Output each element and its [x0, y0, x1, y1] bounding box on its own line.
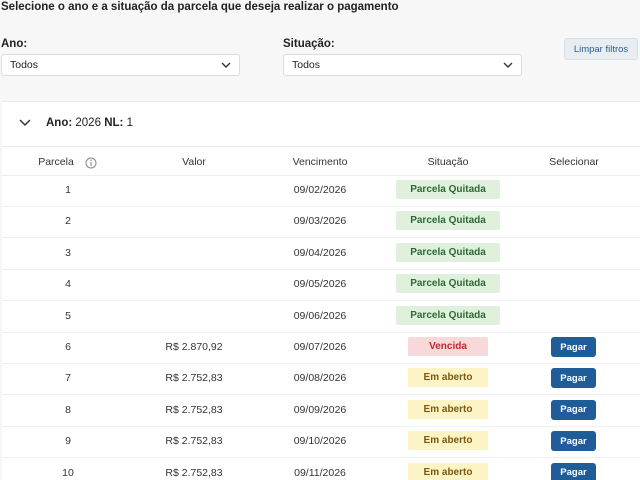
year-filter-label: Ano: — [1, 38, 28, 50]
installment-due-date: 09/11/2026 — [294, 466, 346, 479]
group-year-value: 2026 — [75, 117, 101, 129]
year-filter-value: Todos — [10, 59, 39, 71]
info-icon[interactable] — [85, 157, 97, 169]
status-filter-value: Todos — [292, 59, 321, 71]
table-row: 3 09/04/2026 Parcela Quitada — [2, 238, 640, 270]
group-nl-label: NL: — [104, 117, 124, 129]
status-badge: Parcela Quitada — [396, 274, 500, 294]
installment-number: 2 — [65, 215, 71, 228]
installment-due-date: 09/06/2026 — [293, 309, 347, 322]
status-badge: Em aberto — [408, 462, 488, 480]
pay-button[interactable]: Pagar — [551, 337, 596, 357]
installment-due-date: 09/04/2026 — [293, 246, 347, 259]
installment-due-date: 09/02/2026 — [293, 184, 347, 196]
installment-due-date: 09/10/2026 — [293, 435, 347, 448]
page: Selecione o ano e a situação da parcela … — [0, 0, 640, 480]
installment-number: 8 — [65, 403, 71, 416]
status-badge: Parcela Quitada — [396, 242, 500, 262]
column-parcela: Parcela — [38, 156, 74, 168]
column-selecionar: Selecionar — [549, 156, 599, 168]
installment-number: 7 — [65, 372, 71, 385]
status-badge: Parcela Quitada — [396, 180, 500, 199]
year-group-header[interactable]: Ano: 2026 NL: 1 — [2, 102, 640, 147]
year-group-title: Ano: 2026 NL: 1 — [46, 117, 133, 129]
installment-due-date: 09/05/2026 — [293, 278, 347, 291]
status-badge: Parcela Quitada — [396, 305, 500, 325]
table-header: Parcela Valor Vencimento Situação Seleci… — [2, 147, 640, 176]
installment-number: 9 — [65, 435, 71, 448]
year-filter-select[interactable]: Todos — [1, 54, 240, 76]
installment-amount: R$ 2.752,83 — [165, 372, 223, 385]
installment-due-date: 09/09/2026 — [293, 403, 347, 416]
installment-number: 4 — [65, 278, 71, 291]
clear-filters-button[interactable]: Limpar filtros — [564, 38, 638, 60]
status-filter-select[interactable]: Todos — [283, 54, 522, 76]
table-row: 8 R$ 2.752,83 09/09/2026 Em aberto Pagar — [2, 395, 640, 427]
installment-amount: R$ 2.752,83 — [165, 403, 223, 416]
chevron-down-icon — [221, 62, 231, 68]
table-row: 9 R$ 2.752,83 09/10/2026 Em aberto Pagar — [2, 426, 640, 459]
table-row: 4 09/05/2026 Parcela Quitada — [2, 269, 640, 302]
status-badge: Vencida — [408, 337, 488, 356]
status-filter-label: Situação: — [283, 38, 335, 50]
installment-due-date: 09/07/2026 — [293, 341, 347, 353]
installment-number: 1 — [65, 184, 71, 196]
installments-card: Ano: 2026 NL: 1 Parcela Valor Vencimento… — [2, 101, 640, 480]
table-row: 6 R$ 2.870,92 09/07/2026 Vencida Pagar — [2, 332, 640, 364]
table-row: 10 R$ 2.752,83 09/11/2026 Em aberto Pagar — [2, 458, 640, 480]
table-row: 1 09/02/2026 Parcela Quitada — [2, 175, 640, 207]
status-badge: Em aberto — [408, 368, 488, 388]
chevron-down-icon — [503, 62, 513, 68]
status-badge: Em aberto — [408, 399, 488, 419]
pay-button[interactable]: Pagar — [551, 462, 596, 480]
chevron-down-icon[interactable] — [18, 116, 32, 130]
pay-button[interactable]: Pagar — [551, 399, 596, 420]
installment-due-date: 09/03/2026 — [293, 215, 347, 228]
table-row: 5 09/06/2026 Parcela Quitada — [2, 301, 640, 333]
status-badge: Em aberto — [408, 431, 488, 451]
installment-number: 10 — [62, 466, 74, 479]
column-situacao: Situação — [427, 156, 469, 168]
column-vencimento: Vencimento — [292, 156, 348, 168]
installment-due-date: 09/08/2026 — [293, 372, 347, 385]
installment-number: 6 — [65, 341, 71, 353]
installment-amount: R$ 2.752,83 — [165, 466, 223, 479]
pay-button[interactable]: Pagar — [551, 431, 596, 452]
installment-number: 3 — [65, 246, 71, 259]
table-row: 7 R$ 2.752,83 09/08/2026 Em aberto Pagar — [2, 363, 640, 396]
page-title: Selecione o ano e a situação da parcela … — [1, 1, 399, 13]
installment-amount: R$ 2.870,92 — [165, 341, 223, 353]
installment-number: 5 — [65, 309, 71, 322]
group-nl-value: 1 — [126, 117, 133, 129]
installment-amount: R$ 2.752,83 — [165, 435, 223, 448]
table-row: 2 09/03/2026 Parcela Quitada — [2, 206, 640, 239]
pay-button[interactable]: Pagar — [551, 368, 596, 389]
group-year-label: Ano: — [46, 117, 73, 129]
column-valor: Valor — [182, 156, 206, 168]
status-badge: Parcela Quitada — [396, 211, 500, 231]
